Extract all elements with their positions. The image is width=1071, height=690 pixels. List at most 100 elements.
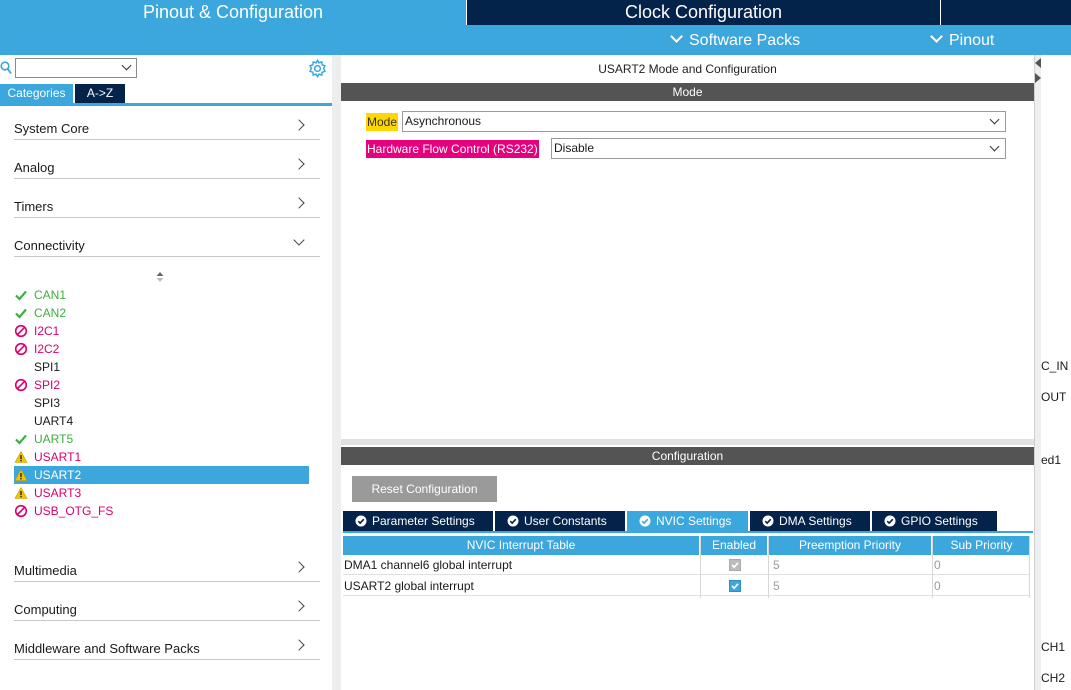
- peripheral-item-uart4[interactable]: UART4: [14, 412, 309, 430]
- peripheral-item-i2c2[interactable]: I2C2: [14, 340, 309, 358]
- table-row[interactable]: USART2 global interrupt 5 0: [343, 576, 1030, 596]
- warning-icon: [14, 468, 28, 482]
- category-computing[interactable]: Computing: [14, 582, 320, 621]
- tab-label: DMA Settings: [779, 514, 852, 528]
- column-header-sub-priority[interactable]: Sub Priority: [933, 536, 1030, 555]
- check-icon: [14, 432, 28, 446]
- search-combo-input[interactable]: [15, 58, 137, 78]
- peripheral-item-can1[interactable]: CAN1: [14, 286, 309, 304]
- sort-icon[interactable]: [155, 271, 165, 283]
- blocked-icon: [14, 342, 28, 356]
- tab-label: Parameter Settings: [372, 514, 475, 528]
- pin-label: C_IN: [1041, 359, 1069, 373]
- peripheral-item-usb-otg-fs[interactable]: USB_OTG_FS: [14, 502, 309, 520]
- tab-label: GPIO Settings: [901, 514, 978, 528]
- software-packs-menu[interactable]: Software Packs: [670, 25, 800, 55]
- sub-priority[interactable]: 0: [934, 555, 941, 575]
- tab-project-manager[interactable]: [941, 0, 1071, 25]
- sub-priority[interactable]: 0: [934, 576, 941, 596]
- category-timers[interactable]: Timers: [14, 179, 320, 218]
- check-circle-icon: [639, 515, 651, 527]
- gear-icon[interactable]: [308, 59, 327, 78]
- panel-title: USART2 Mode and Configuration: [598, 62, 777, 76]
- peripheral-label: SPI1: [34, 360, 61, 374]
- hardware-flow-control-select[interactable]: Disable: [551, 138, 1006, 159]
- peripheral-label: USART3: [34, 486, 82, 500]
- mode-select-value: Asynchronous: [405, 114, 482, 128]
- pinout-view-edge: C_IN OUT ed1 CH1 CH2: [1034, 55, 1071, 690]
- category-label: Timers: [14, 199, 54, 214]
- peripheral-label: SPI2: [34, 378, 61, 392]
- column-divider: [932, 536, 933, 598]
- tab-nvic-settings[interactable]: NVIC Settings: [627, 511, 748, 531]
- table-row[interactable]: DMA1 channel6 global interrupt 5 0: [343, 555, 1030, 575]
- column-header-interrupt[interactable]: NVIC Interrupt Table: [343, 536, 699, 555]
- tab-user-constants[interactable]: User Constants: [495, 511, 625, 531]
- peripheral-label: UART5: [34, 432, 74, 446]
- interrupt-name: USART2 global interrupt: [344, 579, 474, 593]
- category-system-core[interactable]: System Core: [14, 101, 320, 140]
- check-circle-icon: [884, 515, 896, 527]
- tab-pinout-configuration[interactable]: Pinout & Configuration: [0, 0, 466, 25]
- preemption-priority[interactable]: 5: [773, 576, 780, 596]
- tab-parameter-settings[interactable]: Parameter Settings: [343, 511, 493, 531]
- category-label: Multimedia: [14, 563, 77, 578]
- peripheral-item-spi3[interactable]: SPI3: [14, 394, 309, 412]
- blocked-icon: [14, 378, 28, 392]
- configuration-tabs: Parameter Settings User Constants NVIC S…: [343, 511, 1033, 533]
- peripheral-item-uart5[interactable]: UART5: [14, 430, 309, 448]
- reset-configuration-button[interactable]: Reset Configuration: [352, 476, 497, 502]
- collapse-left-icon[interactable]: [1035, 58, 1041, 68]
- mode-select[interactable]: Asynchronous: [402, 111, 1006, 132]
- pin-label: CH2: [1041, 671, 1066, 685]
- category-analog[interactable]: Analog: [14, 140, 320, 179]
- category-label: Computing: [14, 602, 77, 617]
- tab-gpio-settings[interactable]: GPIO Settings: [872, 511, 997, 531]
- enabled-checkbox[interactable]: [729, 580, 741, 592]
- check-circle-icon: [507, 515, 519, 527]
- chevron-right-icon: [293, 119, 305, 131]
- chevron-down-icon: [293, 234, 305, 246]
- chevron-down-icon: [670, 30, 683, 43]
- column-header-enabled[interactable]: Enabled: [701, 536, 767, 555]
- tab-clock-configuration[interactable]: Clock Configuration: [467, 0, 940, 25]
- category-middleware[interactable]: Middleware and Software Packs: [14, 621, 320, 660]
- search-icon[interactable]: [0, 61, 12, 75]
- peripheral-item-can2[interactable]: CAN2: [14, 304, 309, 322]
- pinout-menu[interactable]: Pinout: [930, 25, 994, 55]
- peripheral-item-usart3[interactable]: USART3: [14, 484, 309, 502]
- tab-dma-settings[interactable]: DMA Settings: [750, 511, 870, 531]
- column-divider: [768, 536, 769, 598]
- pinout-menu-label: Pinout: [949, 32, 995, 49]
- category-label: System Core: [14, 121, 90, 136]
- peripheral-label: UART4: [34, 414, 74, 428]
- category-connectivity[interactable]: Connectivity: [14, 218, 320, 257]
- column-header-preemption[interactable]: Preemption Priority: [769, 536, 931, 555]
- peripheral-item-usart2[interactable]: USART2: [14, 466, 309, 484]
- chevron-right-icon: [293, 158, 305, 170]
- check-icon: [14, 306, 28, 320]
- top-tab-bar: Pinout & Configuration Clock Configurati…: [0, 0, 1071, 25]
- expand-right-icon[interactable]: [1035, 73, 1041, 83]
- check-icon: [14, 288, 28, 302]
- peripheral-label: USART2: [34, 468, 82, 482]
- peripheral-item-usart1[interactable]: USART1: [14, 448, 309, 466]
- category-label: Connectivity: [14, 238, 85, 253]
- enabled-checkbox[interactable]: [729, 559, 741, 571]
- peripheral-item-i2c1[interactable]: I2C1: [14, 322, 309, 340]
- chevron-right-icon: [293, 561, 305, 573]
- panel-splitter[interactable]: [332, 55, 341, 690]
- peripheral-item-spi2[interactable]: SPI2: [14, 376, 309, 394]
- chevron-right-icon: [293, 639, 305, 651]
- configuration-section-header: Configuration: [341, 447, 1034, 465]
- preemption-priority[interactable]: 5: [773, 555, 780, 575]
- peripheral-item-spi1[interactable]: SPI1: [14, 358, 309, 376]
- chevron-right-icon: [293, 197, 305, 209]
- section-splitter[interactable]: [341, 439, 1034, 445]
- chevron-down-icon[interactable]: [121, 60, 132, 71]
- peripheral-label: SPI3: [34, 396, 61, 410]
- category-multimedia[interactable]: Multimedia: [14, 543, 320, 582]
- peripheral-label: USB_OTG_FS: [34, 504, 114, 518]
- hardware-flow-control-label: Hardware Flow Control (RS232): [366, 140, 539, 158]
- mode-section-header: Mode: [341, 83, 1034, 101]
